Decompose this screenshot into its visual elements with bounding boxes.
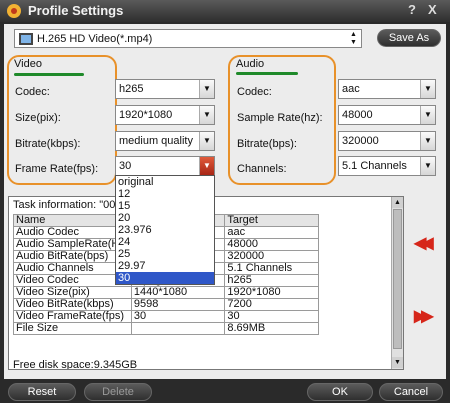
video-size-value: 1920*1080	[119, 109, 173, 121]
audio-section-title: Audio	[236, 58, 265, 70]
framerate-option[interactable]: 15	[116, 200, 214, 212]
audio-codec-value: aac	[342, 83, 360, 95]
profile-value: H.265 HD Video(*.mp4)	[37, 33, 153, 45]
table-cell: Audio BitRate(bps)	[13, 250, 132, 263]
delete-button[interactable]: Delete	[84, 383, 152, 401]
scroll-up-icon[interactable]: ▲	[392, 197, 403, 208]
audio-channels-value: 5.1 Channels	[342, 160, 407, 172]
video-size-label: Size(pix):	[15, 112, 61, 124]
up-down-arrows-icon[interactable]: ▲ ▼	[346, 30, 361, 48]
table-cell: 8.69MB	[224, 322, 319, 335]
table-header-cell: Name	[13, 214, 132, 227]
video-framerate-select[interactable]: 30 ▼	[115, 156, 215, 176]
chevron-down-icon[interactable]: ▼	[420, 157, 435, 175]
audio-bitrate-value: 320000	[342, 135, 379, 147]
double-left-arrow-icon[interactable]: ◀◀	[414, 233, 433, 253]
scroll-down-icon[interactable]: ▼	[392, 357, 403, 368]
video-codec-label: Codec:	[15, 86, 50, 98]
chevron-down-icon[interactable]: ▼	[420, 106, 435, 124]
audio-samplerate-label: Sample Rate(hz):	[237, 112, 323, 124]
video-bitrate-value: medium quality	[119, 135, 193, 147]
table-row: Video FrameRate(fps) 30 30	[13, 310, 319, 323]
table-cell: Video FrameRate(fps)	[13, 310, 132, 323]
table-cell: Audio Channels	[13, 262, 132, 275]
table-cell: Audio Codec	[13, 226, 132, 239]
chevron-down-icon[interactable]: ▼	[199, 106, 214, 124]
framerate-option[interactable]: 29.97	[116, 260, 214, 272]
framerate-option[interactable]: 24	[116, 236, 214, 248]
app-logo-icon	[7, 4, 21, 18]
table-cell: 30	[130, 310, 226, 323]
video-size-select[interactable]: 1920*1080 ▼	[115, 105, 215, 125]
table-row: File Size 8.69MB	[13, 322, 319, 335]
table-cell: Video Size(pix)	[13, 286, 132, 299]
task-info-heading: Task information: "00	[13, 199, 116, 211]
table-cell: Video BitRate(kbps)	[13, 298, 132, 311]
framerate-dropdown-list[interactable]: original 12 15 20 23.976 24 25 29.97 30	[115, 175, 215, 285]
table-cell: 320000	[224, 250, 319, 263]
video-underline	[14, 73, 84, 76]
video-codec-select[interactable]: h265 ▼	[115, 79, 215, 99]
title-bar: Profile Settings ? X	[0, 0, 450, 22]
table-header-cell: Target	[224, 214, 319, 227]
table-cell: 1920*1080	[224, 286, 319, 299]
table-cell: aac	[224, 226, 319, 239]
free-disk-space: Free disk space:9.345GB	[13, 359, 138, 370]
audio-codec-label: Codec:	[237, 86, 272, 98]
help-button[interactable]: ?	[408, 2, 416, 17]
audio-bitrate-select[interactable]: 320000 ▼	[338, 131, 436, 151]
table-cell: 1440*1080	[130, 286, 226, 299]
audio-channels-select[interactable]: 5.1 Channels ▼	[338, 156, 436, 176]
framerate-option[interactable]: 12	[116, 188, 214, 200]
table-cell: 9598	[130, 298, 226, 311]
profile-select[interactable]: H.265 HD Video(*.mp4) ▲ ▼	[14, 29, 362, 48]
framerate-option[interactable]: 23.976	[116, 224, 214, 236]
chevron-down-icon[interactable]: ▼	[199, 157, 214, 175]
ok-button[interactable]: OK	[307, 383, 373, 401]
video-section-title: Video	[14, 58, 42, 70]
reset-button[interactable]: Reset	[8, 383, 76, 401]
table-cell: File Size	[13, 322, 132, 335]
table-row: Video Size(pix) 1440*1080 1920*1080	[13, 286, 319, 299]
table-cell: 5.1 Channels	[224, 262, 319, 275]
audio-underline	[236, 72, 298, 75]
video-file-icon	[19, 33, 33, 45]
video-framerate-label: Frame Rate(fps):	[15, 163, 99, 175]
chevron-down-icon[interactable]: ▼	[420, 80, 435, 98]
chevron-down-icon[interactable]: ▼	[199, 132, 214, 150]
table-cell: 30	[224, 310, 319, 323]
audio-samplerate-select[interactable]: 48000 ▼	[338, 105, 436, 125]
audio-channels-label: Channels:	[237, 163, 287, 175]
task-info-scrollbar[interactable]: ▲ ▼	[391, 197, 403, 369]
video-bitrate-label: Bitrate(kbps):	[15, 138, 81, 150]
table-cell: h265	[224, 274, 319, 287]
video-codec-value: h265	[119, 83, 144, 95]
audio-codec-select[interactable]: aac ▼	[338, 79, 436, 99]
cancel-button[interactable]: Cancel	[379, 383, 443, 401]
video-framerate-value: 30	[119, 160, 132, 172]
audio-bitrate-label: Bitrate(bps):	[237, 138, 297, 150]
close-button[interactable]: X	[428, 2, 437, 17]
chevron-down-icon[interactable]: ▼	[420, 132, 435, 150]
video-bitrate-select[interactable]: medium quality ▼	[115, 131, 215, 151]
framerate-option[interactable]: 25	[116, 248, 214, 260]
framerate-option[interactable]: original	[116, 176, 214, 188]
framerate-option[interactable]: 30	[116, 272, 214, 284]
audio-samplerate-value: 48000	[342, 109, 373, 121]
table-row: Video BitRate(kbps) 9598 7200	[13, 298, 319, 311]
save-as-button[interactable]: Save As	[377, 29, 441, 47]
chevron-down-icon[interactable]: ▼	[199, 80, 214, 98]
table-cell: 7200	[224, 298, 319, 311]
scroll-thumb[interactable]	[393, 209, 402, 349]
table-cell: 48000	[224, 238, 319, 251]
table-cell: Video Codec	[13, 274, 132, 287]
double-right-arrow-icon[interactable]: ▶▶	[414, 306, 433, 326]
table-cell: Audio SampleRate(H	[13, 238, 132, 251]
framerate-option[interactable]: 20	[116, 212, 214, 224]
window-title: Profile Settings	[28, 3, 124, 18]
table-cell	[130, 322, 226, 335]
